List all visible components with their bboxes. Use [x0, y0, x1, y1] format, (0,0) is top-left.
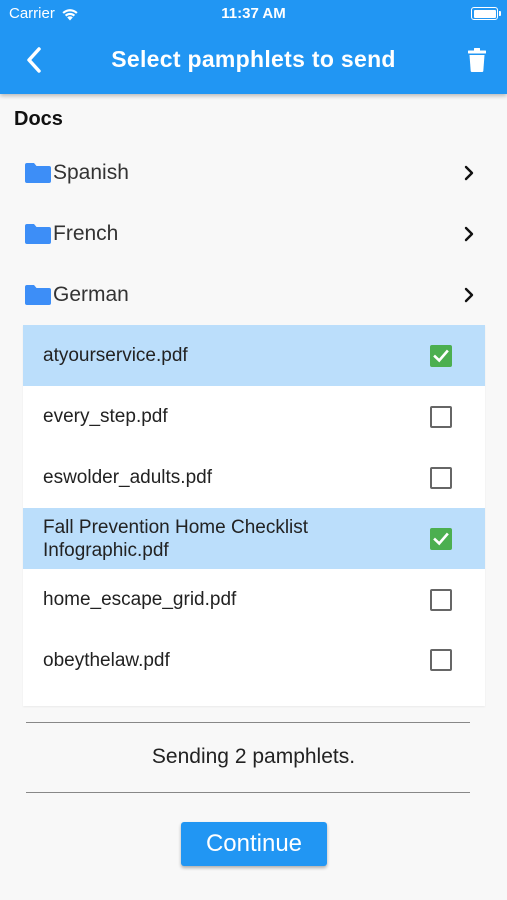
- checkbox[interactable]: [430, 344, 452, 367]
- delete-button[interactable]: [459, 42, 495, 78]
- file-row[interactable]: obeythelaw.pdf: [23, 630, 485, 706]
- divider: [26, 722, 470, 723]
- checkbox[interactable]: [430, 466, 452, 489]
- chevron-right-icon: [457, 283, 481, 307]
- chevron-right-icon: [457, 161, 481, 185]
- selection-summary: Sending 2 pamphlets.: [151, 745, 356, 768]
- app-bar: Carrier 11:37 AM Select pamphlets to sen…: [0, 0, 507, 94]
- page-title: Select pamphlets to send: [111, 46, 396, 72]
- folder-row-french[interactable]: French: [23, 203, 485, 264]
- file-name: Fall Prevention Home Checklist Infograph…: [43, 516, 309, 561]
- file-row[interactable]: Fall Prevention Home Checklist Infograph…: [23, 508, 485, 569]
- folder-label: French: [53, 221, 119, 245]
- battery-icon: [471, 7, 501, 20]
- folder-label: Spanish: [53, 160, 129, 184]
- folder-row-german[interactable]: German: [23, 264, 485, 325]
- file-row[interactable]: eswolder_adults.pdf: [23, 447, 485, 508]
- check-icon: [433, 532, 449, 545]
- status-bar: Carrier 11:37 AM: [0, 0, 507, 28]
- section-title: Docs: [14, 108, 63, 130]
- folder-row-spanish[interactable]: Spanish: [23, 142, 485, 203]
- folder-icon: [25, 223, 51, 244]
- status-time: 11:37 AM: [221, 5, 286, 22]
- file-name: home_escape_grid.pdf: [43, 589, 237, 610]
- divider: [26, 792, 470, 793]
- file-row[interactable]: every_step.pdf: [23, 386, 485, 447]
- checkbox[interactable]: [430, 405, 452, 428]
- file-name: every_step.pdf: [43, 406, 168, 427]
- checkbox[interactable]: [430, 649, 452, 671]
- chevron-right-icon: [457, 222, 481, 246]
- folder-icon: [25, 284, 51, 305]
- checkbox[interactable]: [430, 588, 452, 611]
- file-name: eswolder_adults.pdf: [43, 467, 212, 488]
- file-row[interactable]: home_escape_grid.pdf: [23, 569, 485, 630]
- folder-label: German: [53, 282, 129, 306]
- check-icon: [433, 349, 449, 362]
- nav-bar: Select pamphlets to send: [0, 30, 507, 90]
- file-list: atyourservice.pdf every_step.pdf eswolde…: [23, 325, 485, 706]
- checkbox[interactable]: [430, 527, 452, 550]
- trash-icon: [468, 48, 486, 72]
- file-name: obeythelaw.pdf: [43, 650, 170, 671]
- file-name: atyourservice.pdf: [43, 345, 188, 366]
- folder-icon: [25, 162, 51, 183]
- file-row[interactable]: atyourservice.pdf: [23, 325, 485, 386]
- continue-button[interactable]: Continue: [181, 822, 327, 866]
